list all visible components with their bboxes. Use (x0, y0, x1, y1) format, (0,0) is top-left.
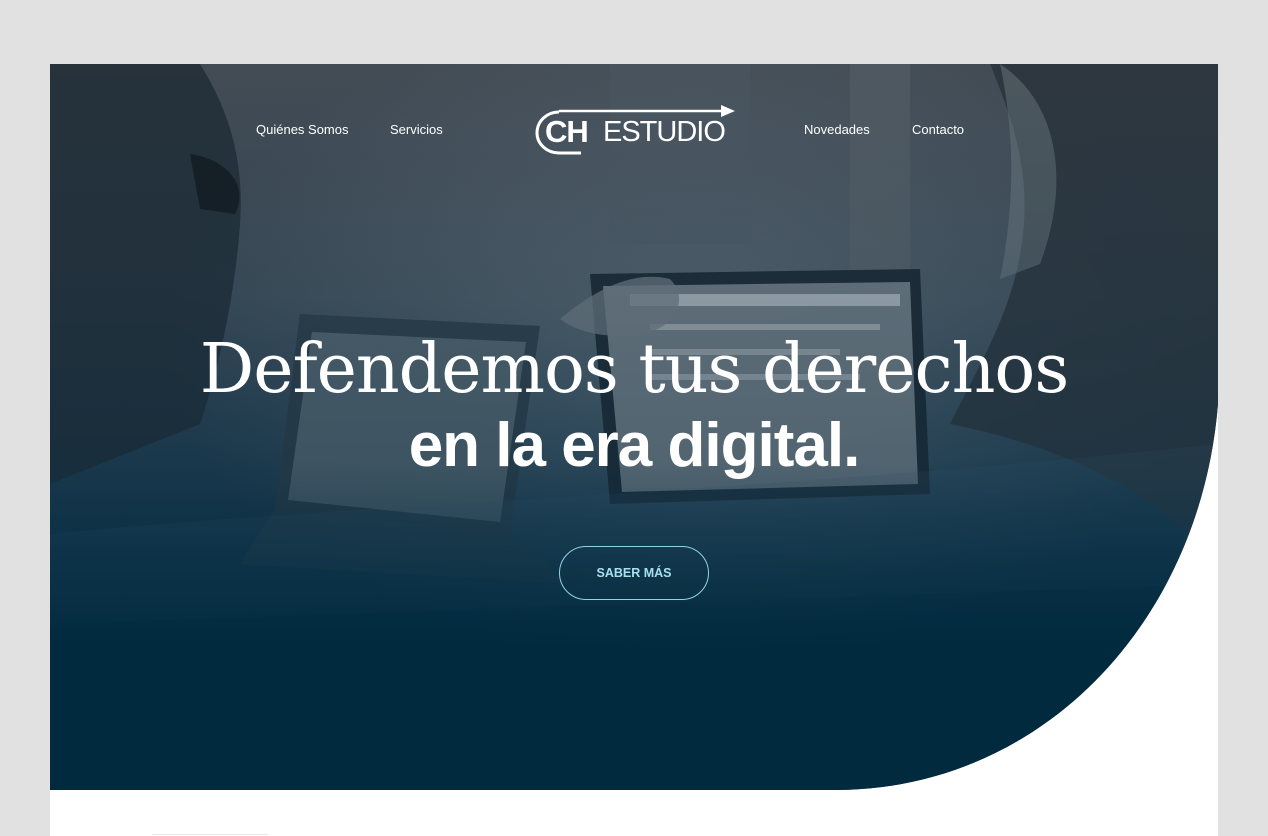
nav-link-servicios[interactable]: Servicios (390, 122, 443, 138)
hero-headline: Defendemos tus derechos en la era digita… (50, 332, 1218, 484)
web-page: Quiénes Somos Servicios CH ESTUDIO Noved… (50, 64, 1218, 836)
logo-ch-text: CH (545, 114, 589, 149)
saber-mas-button[interactable]: SABER MÁS (559, 546, 709, 600)
logo-estudio-text: ESTUDIO (603, 116, 726, 148)
headline-line-2: en la era digital. (408, 411, 861, 480)
headline-line-1: Defendemos tus derechos (199, 330, 1070, 409)
section-divider (152, 834, 268, 835)
nav-link-quienes-somos[interactable]: Quiénes Somos (256, 122, 349, 138)
hero-section: Quiénes Somos Servicios CH ESTUDIO Noved… (50, 64, 1218, 790)
nav-link-contacto[interactable]: Contacto (912, 122, 964, 138)
logo[interactable]: CH ESTUDIO (533, 104, 738, 158)
nav-link-novedades[interactable]: Novedades (804, 122, 870, 138)
